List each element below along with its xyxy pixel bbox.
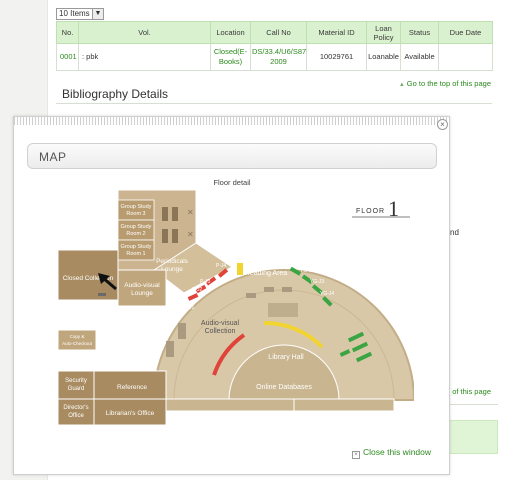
group-study-2-label-b: Room 2: [126, 231, 145, 237]
furniture: [178, 323, 186, 339]
shelf-label: YG-J1: [284, 259, 298, 265]
group-study-room-1: [117, 239, 155, 261]
security-guard-room: [57, 370, 95, 400]
close-box-icon: ×: [352, 451, 360, 459]
chair-icon: ✕: [187, 208, 194, 217]
chevron-down-icon[interactable]: ▼: [92, 8, 104, 20]
header-due-date: Due Date: [438, 21, 493, 44]
furniture: [264, 287, 274, 292]
shelf-label: P-J2: [192, 287, 203, 293]
map-title: MAP: [39, 150, 67, 164]
study-table: [162, 207, 168, 221]
online-databases-label: Online Databases: [256, 384, 312, 391]
entrance-strip: [293, 398, 395, 412]
shelf-label: P-J4: [216, 263, 227, 269]
security-label-b: Guard: [68, 386, 85, 392]
library-hall-label: Library Hall: [268, 354, 304, 361]
caret-up-icon: ▲: [398, 82, 405, 88]
items-select-value: 10 Items: [59, 9, 90, 18]
group-study-3-label-b: Room 3: [126, 211, 145, 217]
shelf-label: YG-J4: [320, 291, 334, 297]
directors-office: [57, 398, 95, 426]
group-study-1-label-a: Group Study: [121, 244, 152, 250]
directors-label-a: Director's: [63, 405, 88, 411]
item-due-date: [438, 43, 493, 71]
group-study-room-2: [117, 219, 155, 241]
map-modal: × MAP Floor detail FLOOR 1 Group Study R…: [13, 116, 450, 475]
floor-label: FLOOR: [356, 208, 385, 215]
periodicals-label-a: Periodicals: [156, 258, 189, 265]
modal-drag-handle[interactable]: [14, 117, 449, 125]
copy-room: [57, 329, 97, 351]
copy-label-b: Auto-Checkout: [62, 341, 93, 346]
go-to-top-link[interactable]: ▲ Go to the top of this page: [399, 79, 491, 88]
chair-icon: ✕: [187, 230, 194, 239]
item-material-id: 10029761: [306, 43, 367, 71]
shelf-label: Y-J1: [234, 257, 244, 263]
bibliography-heading: Bibliography Details: [62, 87, 169, 101]
study-table: [162, 229, 168, 243]
close-window-link[interactable]: × Close this window: [352, 447, 431, 459]
furniture: [246, 293, 256, 298]
holdings-table: No. Vol. Location Call No Material ID Lo…: [56, 21, 493, 71]
location-marker: [98, 293, 106, 296]
librarians-label: Librarian's Office: [106, 410, 155, 417]
close-icon[interactable]: ×: [437, 119, 448, 130]
item-location-link[interactable]: Closed(E-Books): [210, 43, 251, 71]
divider: [448, 404, 498, 405]
background-green-panel: [448, 420, 498, 454]
shelf-label: P-J3: [200, 279, 211, 285]
table-row: 0001 : pbk Closed(E-Books) DS/33.4/U6/S8…: [56, 43, 493, 71]
item-status: Available: [400, 43, 439, 71]
av-collection-label-b: Collection: [205, 328, 236, 335]
furniture: [166, 341, 174, 357]
header-status: Status: [400, 21, 439, 44]
header-vol: Vol.: [78, 21, 211, 44]
divider: [56, 103, 492, 104]
reference-label: Reference: [117, 384, 147, 391]
header-call-no: Call No: [250, 21, 307, 44]
security-label-a: Security: [65, 378, 87, 384]
floor-detail-label: Floor detail: [213, 178, 250, 187]
background-text-fragment: nd: [450, 228, 459, 237]
group-study-2-label-a: Group Study: [121, 224, 152, 230]
header-material-id: Material ID: [306, 21, 367, 44]
copy-label-a: Copy &: [70, 334, 85, 339]
study-table: [172, 229, 178, 243]
floor-map: Floor detail FLOOR 1 Group Study Room 3 …: [57, 178, 414, 426]
table-header-row: No. Vol. Location Call No Material ID Lo…: [56, 21, 493, 44]
av-lounge-label-b: Lounge: [131, 290, 153, 297]
shelf-label: YG-J2: [300, 268, 314, 274]
furniture: [282, 287, 292, 292]
shelf-yellow: [237, 263, 243, 275]
item-vol: : pbk: [78, 43, 211, 71]
group-study-3-label-a: Group Study: [121, 204, 152, 210]
directors-label-b: Office: [68, 413, 84, 419]
group-study-room-3: [117, 199, 155, 221]
entrance-strip: [165, 398, 303, 412]
av-lounge-label-a: Audio-visual: [124, 282, 160, 289]
item-loan-policy: Loanable: [366, 43, 401, 71]
close-window-label: Close this window: [363, 447, 432, 457]
go-to-top-link-2[interactable]: of this page: [452, 387, 491, 396]
shelf-label: P-J1: [184, 305, 195, 311]
header-location: Location: [210, 21, 251, 44]
furniture: [268, 303, 298, 317]
group-study-1-label-b: Room 1: [126, 251, 145, 257]
go-to-top-label: Go to the top of this page: [406, 79, 491, 88]
map-header: MAP: [27, 143, 437, 169]
av-collection-label-a: Audio-visual: [201, 320, 240, 327]
reading-area-label: Reading Area: [245, 270, 288, 277]
header-no: No.: [56, 21, 79, 44]
study-table: [172, 207, 178, 221]
item-no-link[interactable]: 0001: [56, 43, 79, 71]
shelf-red: [187, 293, 199, 301]
header-loan-policy: Loan Policy: [366, 21, 401, 44]
shelf-label: YG-J3: [310, 279, 324, 285]
item-call-no-link[interactable]: DS/33.4/U6/S87 2009: [250, 43, 307, 71]
